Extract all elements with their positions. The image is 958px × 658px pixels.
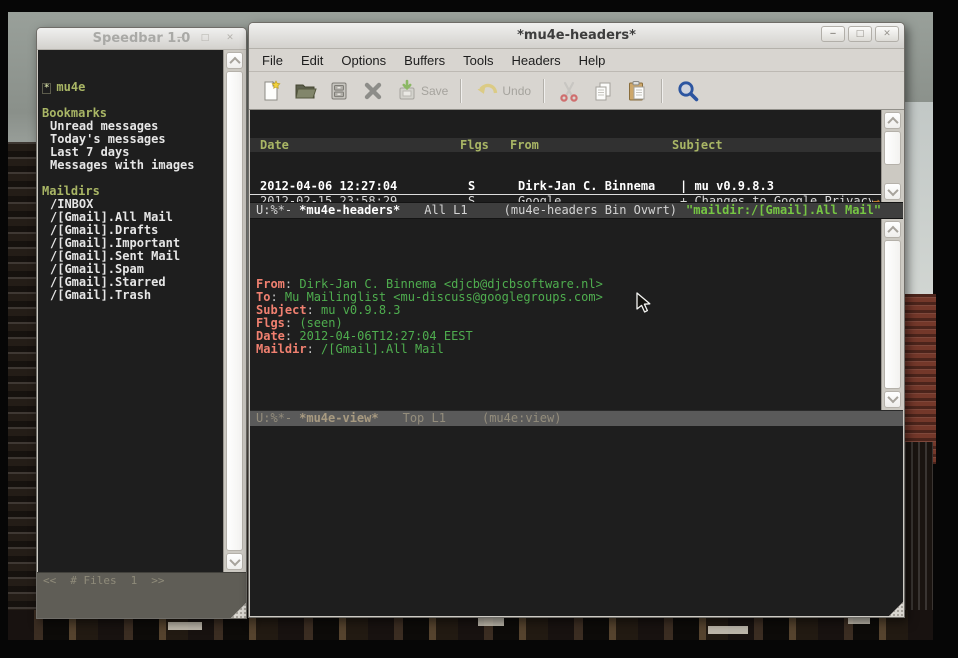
menu-item[interactable]: Headers xyxy=(502,51,569,70)
save-icon xyxy=(395,79,419,103)
view-scrollbar[interactable] xyxy=(881,219,903,410)
cut-icon xyxy=(557,79,581,103)
cut-button[interactable] xyxy=(555,77,583,105)
headers-list: Date Flgs From Subject 2012-04-06 12:27:… xyxy=(250,110,881,202)
speedbar-titlebar[interactable]: Speedbar 1.0 ‒ □ ✕ xyxy=(37,28,246,50)
speedbar-window: Speedbar 1.0 ‒ □ ✕ *mu4eBookmarksUnread … xyxy=(36,27,247,619)
headers-scrollbar[interactable] xyxy=(881,110,903,202)
emacs-window-controls: ‒ □ ✕ xyxy=(821,26,899,42)
modeline-position: Top L1 xyxy=(403,411,446,425)
close-buffer-icon xyxy=(361,79,385,103)
search-icon xyxy=(675,78,701,104)
modeline-status: U:%*- xyxy=(256,411,292,425)
column-flags[interactable]: Flgs xyxy=(452,138,510,152)
speedbar-window-controls: ‒ □ ✕ xyxy=(169,31,241,45)
new-file-icon xyxy=(259,79,283,103)
close-buffer-button[interactable] xyxy=(359,77,387,105)
maximize-icon[interactable]: □ xyxy=(194,31,216,45)
scrollbar-thumb[interactable] xyxy=(884,131,901,165)
undo-icon xyxy=(474,79,500,103)
speedbar-item[interactable]: Messages with images xyxy=(42,159,223,172)
menubar: FileEditOptionsBuffersToolsHeadersHelp xyxy=(249,49,904,72)
column-from[interactable]: From xyxy=(510,138,672,152)
resize-grip[interactable] xyxy=(231,603,246,618)
blank-line xyxy=(256,384,881,397)
undo-button[interactable]: Undo xyxy=(472,77,533,105)
column-date[interactable]: Date xyxy=(250,138,452,152)
minimize-icon[interactable]: ‒ xyxy=(169,31,191,45)
speedbar-files-count: 1 xyxy=(131,574,138,587)
expand-marker-icon[interactable]: * xyxy=(42,83,51,94)
close-icon[interactable]: ✕ xyxy=(219,31,241,45)
menu-item[interactable]: Options xyxy=(332,51,395,70)
scroll-down-icon[interactable] xyxy=(226,553,243,570)
open-file-button[interactable] xyxy=(291,77,319,105)
search-button[interactable] xyxy=(673,76,703,106)
mouse-cursor xyxy=(636,292,652,314)
toolbar-separator xyxy=(661,79,663,103)
scrollbar-thumb[interactable] xyxy=(226,71,243,551)
menu-item[interactable]: Buffers xyxy=(395,51,454,70)
speedbar-item[interactable]: /[Gmail].Trash xyxy=(42,289,223,302)
message-view: From: Dirk-Jan C. Binnema <djcb@djcbsoft… xyxy=(250,219,881,410)
speedbar-display-label: # Files xyxy=(70,574,116,587)
menu-item[interactable]: File xyxy=(253,51,292,70)
speedbar-scrollbar[interactable] xyxy=(223,50,245,572)
headers-pane: Date Flgs From Subject 2012-04-06 12:27:… xyxy=(250,110,903,202)
emacs-titlebar[interactable]: *mu4e-headers* ‒ □ ✕ xyxy=(249,23,904,49)
truncation-arrow-icon: → xyxy=(873,195,881,203)
minimize-icon[interactable]: ‒ xyxy=(821,26,845,42)
modeline-status: U:%*- xyxy=(256,203,292,217)
save-button[interactable]: Save xyxy=(393,77,450,105)
speedbar-item[interactable]: *mu4e xyxy=(42,81,223,94)
speedbar-prev-icon[interactable]: << xyxy=(43,574,56,587)
modeline-query: "maildir:/[Gmail].All Mail" xyxy=(686,203,881,217)
toolbar: Save Undo xyxy=(249,72,904,110)
scroll-up-icon[interactable] xyxy=(226,52,243,69)
scrollbar-thumb[interactable] xyxy=(884,240,901,389)
menu-item[interactable]: Help xyxy=(570,51,615,70)
menu-item[interactable]: Tools xyxy=(454,51,502,70)
save-label: Save xyxy=(421,84,448,98)
message-row[interactable]: 2012-04-06 12:27:04 S Dirk-Jan C. Binnem… xyxy=(250,180,881,195)
copy-icon xyxy=(591,79,615,103)
new-file-button[interactable] xyxy=(257,77,285,105)
headers-modeline: U:%*- *mu4e-headers* All L1 (mu4e-headers B… xyxy=(250,202,903,219)
paste-icon xyxy=(625,79,649,103)
file-cabinet-icon xyxy=(327,79,351,103)
toolbar-separator xyxy=(543,79,545,103)
desktop: Speedbar 1.0 ‒ □ ✕ *mu4eBookmarksUnread … xyxy=(0,0,958,658)
menu-item[interactable]: Edit xyxy=(292,51,332,70)
scroll-down-icon[interactable] xyxy=(884,391,901,408)
scroll-down-icon[interactable] xyxy=(884,183,901,200)
modeline-position: All L1 xyxy=(424,203,467,217)
speedbar-modeline: << # Files 1 >> xyxy=(37,572,246,618)
close-icon[interactable]: ✕ xyxy=(875,26,899,42)
scroll-up-icon[interactable] xyxy=(884,112,901,129)
message-view-pane: From: Dirk-Jan C. Binnema <djcb@djcbsoft… xyxy=(250,219,903,410)
open-folder-icon xyxy=(293,79,317,103)
emacs-title: *mu4e-headers* xyxy=(517,28,636,43)
column-subject[interactable]: Subject xyxy=(672,138,881,152)
paste-button[interactable] xyxy=(623,77,651,105)
modeline-modes: (mu4e-headers Bin Ovwrt) xyxy=(504,203,677,217)
view-modeline: U:%*- *mu4e-view* Top L1 (mu4e:view) xyxy=(250,410,903,426)
headers-column-row: Date Flgs From Subject xyxy=(250,138,881,152)
minibuffer[interactable] xyxy=(250,426,903,617)
speedbar-next-icon[interactable]: >> xyxy=(151,574,164,587)
copy-button[interactable] xyxy=(589,77,617,105)
scroll-up-icon[interactable] xyxy=(884,221,901,238)
toolbar-separator xyxy=(460,79,462,103)
speedbar-content: *mu4eBookmarksUnread messagesToday's mes… xyxy=(38,50,223,572)
undo-label: Undo xyxy=(502,84,531,98)
message-header-field: Subject: mu v0.9.8.3 xyxy=(256,304,881,317)
maximize-icon[interactable]: □ xyxy=(848,26,872,42)
modeline-modes: (mu4e:view) xyxy=(482,411,561,425)
message-header-field: Maildir: /[Gmail].All Mail xyxy=(256,343,881,356)
message-row[interactable]: 2012-02-15 23:58:29 S Google + Changes t… xyxy=(250,195,881,203)
modeline-buffer: *mu4e-headers* xyxy=(299,203,400,217)
save-to-cabinet-button[interactable] xyxy=(325,77,353,105)
emacs-window: *mu4e-headers* ‒ □ ✕ FileEditOptionsBuff… xyxy=(248,22,905,618)
modeline-buffer: *mu4e-view* xyxy=(299,411,378,425)
